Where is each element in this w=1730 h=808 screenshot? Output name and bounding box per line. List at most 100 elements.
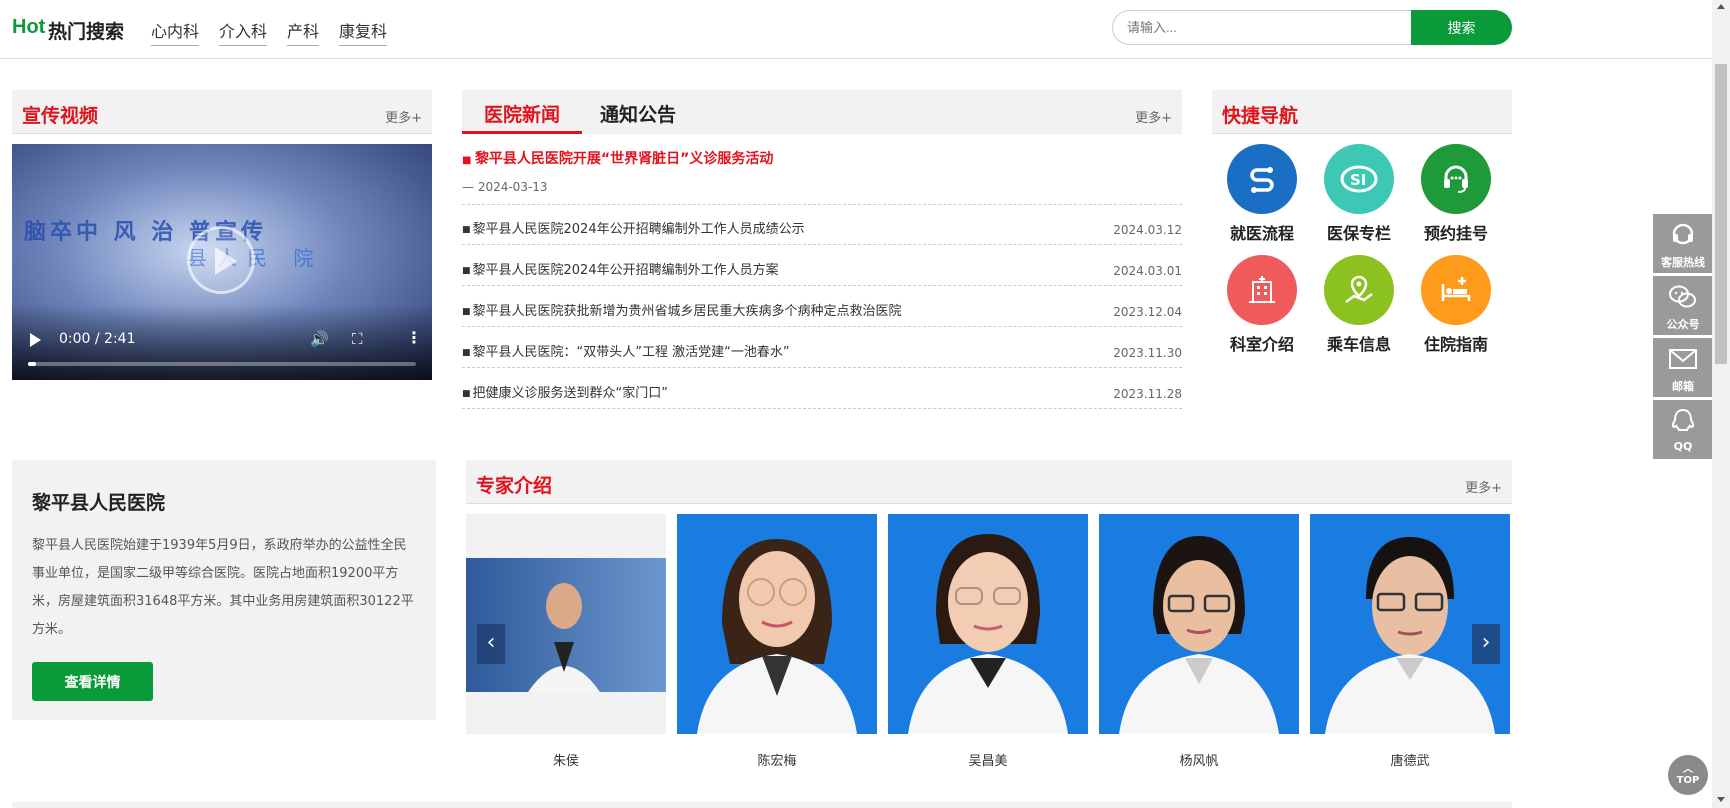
- expert-name: 朱侯: [552, 754, 579, 769]
- building-icon: [1227, 255, 1297, 325]
- video-section-title: 宣传视频: [22, 105, 99, 127]
- expert-name: 杨风帆: [1179, 754, 1219, 769]
- expert-name: 唐德武: [1390, 754, 1430, 769]
- expert-name: 陈宏梅: [757, 754, 797, 769]
- email-button[interactable]: 邮箱: [1653, 338, 1713, 397]
- news-item[interactable]: 黎平县人民医院：“双带头人”工程 激活党建“一池春水” 2023.11.30: [462, 327, 1182, 368]
- scroll-down-icon[interactable]: [1717, 797, 1725, 802]
- carousel-next-button[interactable]: ›: [1472, 624, 1500, 664]
- hot-search-links: 心内科 介入科 产科 康复科: [151, 18, 388, 46]
- float-label: QQ: [1673, 440, 1693, 453]
- hot-link-interventional[interactable]: 介入科: [219, 18, 268, 46]
- news-item-title[interactable]: 黎平县人民医院：“双带头人”工程 激活党建“一池春水”: [462, 341, 790, 360]
- news-item[interactable]: 黎平县人民医院获批新增为贵州省城乡居民重大疾病多个病种定点救治医院 2023.1…: [462, 286, 1182, 327]
- quick-nav-medical-process[interactable]: 就医流程: [1217, 144, 1307, 244]
- carousel-prev-button[interactable]: ‹: [477, 624, 505, 664]
- quick-nav-label: 科室介绍: [1229, 335, 1294, 354]
- hot-link-obstetrics[interactable]: 产科: [287, 18, 320, 46]
- hospital-description: 黎平县人民医院始建于1939年5月9日，系政府举办的公益性全民事业单位，是国家二…: [32, 538, 414, 637]
- news-list: 黎平县人民医院2024年公开招聘编制外工作人员成绩公示 2024.03.12 黎…: [462, 204, 1182, 409]
- experts-section-header: 专家介绍 更多+: [466, 460, 1512, 504]
- view-details-button[interactable]: 查看详情: [32, 662, 153, 701]
- news-item[interactable]: 黎平县人民医院2024年公开招聘编制外工作人员方案 2024.03.01: [462, 245, 1182, 286]
- quick-nav-label: 乘车信息: [1326, 335, 1391, 354]
- wechat-icon: [1669, 285, 1696, 308]
- quick-nav-appointment[interactable]: 预约挂号: [1411, 144, 1501, 244]
- scroll-up-icon[interactable]: [1717, 4, 1725, 9]
- promo-video-player[interactable]: 脑卒中 风 治 普宣传 县人民 院 0:00 / 2:41 🔊 ⛶ ⋮: [12, 144, 432, 380]
- news-headline-date: — 2024-03-13: [462, 180, 548, 194]
- more-options-icon[interactable]: ⋮: [406, 328, 422, 347]
- video-time: 0:00 / 2:41: [59, 331, 136, 347]
- page-scrollbar[interactable]: [1712, 0, 1730, 808]
- news-item-title[interactable]: 黎平县人民医院获批新增为贵州省城乡居民重大疾病多个病种定点救治医院: [462, 300, 902, 319]
- quick-nav-transport[interactable]: 乘车信息: [1314, 255, 1404, 355]
- float-label: 公众号: [1666, 318, 1700, 331]
- play-overlay-icon[interactable]: [187, 226, 255, 294]
- float-label: 邮箱: [1672, 380, 1694, 393]
- play-icon[interactable]: [30, 333, 41, 347]
- insurance-icon: SI: [1324, 144, 1394, 214]
- wechat-button[interactable]: 公众号: [1653, 276, 1713, 335]
- qq-icon: [1671, 408, 1695, 431]
- news-item-date: 2023.12.04: [1113, 305, 1182, 319]
- news-more-link[interactable]: 更多+: [1135, 107, 1172, 126]
- experts-section-title: 专家介绍: [476, 475, 553, 497]
- expert-card[interactable]: 吴昌美: [888, 514, 1088, 769]
- route-icon: [1227, 144, 1297, 214]
- quick-nav-departments[interactable]: 科室介绍: [1217, 255, 1307, 355]
- hot-badge: Hot: [12, 16, 46, 38]
- quick-nav-title: 快捷导航: [1222, 105, 1299, 127]
- expert-card[interactable]: 陈宏梅: [677, 514, 877, 769]
- mail-icon: [1669, 349, 1697, 369]
- top-label: TOP: [1676, 775, 1700, 786]
- news-item-title[interactable]: 黎平县人民医院2024年公开招聘编制外工作人员成绩公示: [462, 218, 805, 237]
- volume-icon[interactable]: 🔊: [310, 330, 329, 348]
- tab-notices[interactable]: 通知公告: [600, 90, 676, 134]
- quick-nav-label: 预约挂号: [1423, 224, 1488, 243]
- top-search-bar: Hot 热门搜索 心内科 介入科 产科 康复科 搜索: [0, 0, 1712, 59]
- video-more-link[interactable]: 更多+: [385, 107, 422, 126]
- video-section-header: 宣传视频 更多+: [12, 90, 432, 134]
- experts-more-link[interactable]: 更多+: [1465, 477, 1502, 496]
- svg-text:SI: SI: [1350, 171, 1366, 189]
- back-to-top-button[interactable]: ︿ TOP: [1668, 755, 1708, 795]
- news-item-title[interactable]: 把健康义诊服务送到群众“家门口”: [462, 382, 668, 401]
- news-item[interactable]: 把健康义诊服务送到群众“家门口” 2023.11.28: [462, 368, 1182, 409]
- video-progress-fill: [28, 362, 36, 366]
- news-item-date: 2023.11.28: [1113, 387, 1182, 401]
- news-headline[interactable]: 黎平县人民医院开展“世界肾脏日”义诊服务活动: [462, 148, 773, 168]
- expert-photo: [677, 514, 877, 734]
- experts-carousel: 朱侯 陈宏梅 吴昌美 杨风帆 唐德武 ‹ ›: [466, 514, 1512, 769]
- hot-link-rehabilitation[interactable]: 康复科: [339, 18, 388, 46]
- headset-icon: [1421, 144, 1491, 214]
- search-button[interactable]: 搜索: [1411, 10, 1512, 45]
- float-label: 客服热线: [1661, 256, 1705, 269]
- map-pin-icon: [1324, 255, 1394, 325]
- news-section-header: 医院新闻 通知公告 更多+: [462, 90, 1182, 134]
- search-input[interactable]: [1112, 10, 1412, 45]
- hospital-bed-icon: [1421, 255, 1491, 325]
- expert-photo: [888, 514, 1088, 734]
- page: Hot 热门搜索 心内科 介入科 产科 康复科 搜索 宣传视频 更多+ 脑卒中 …: [0, 0, 1730, 808]
- hotline-button[interactable]: 客服热线: [1653, 214, 1713, 273]
- expert-photo: [1099, 514, 1299, 734]
- fullscreen-icon[interactable]: ⛶: [352, 330, 363, 348]
- section-divider: [12, 802, 1512, 808]
- expert-name: 吴昌美: [968, 754, 1008, 769]
- tab-hospital-news[interactable]: 医院新闻: [462, 90, 582, 134]
- news-item-date: 2024.03.12: [1113, 223, 1182, 237]
- floating-contact-bar: 客服热线 公众号 邮箱 QQ: [1653, 214, 1713, 462]
- quick-nav-header: 快捷导航: [1212, 90, 1512, 134]
- quick-nav-inpatient-guide[interactable]: 住院指南: [1411, 255, 1501, 355]
- chevron-up-icon: ︿: [1683, 764, 1693, 775]
- qq-button[interactable]: QQ: [1653, 400, 1713, 459]
- news-item[interactable]: 黎平县人民医院2024年公开招聘编制外工作人员成绩公示 2024.03.12: [462, 204, 1182, 245]
- hot-link-cardiology[interactable]: 心内科: [151, 18, 200, 46]
- news-item-date: 2023.11.30: [1113, 346, 1182, 360]
- quick-nav-insurance[interactable]: SI 医保专栏: [1314, 144, 1404, 244]
- video-progress-bar[interactable]: [28, 362, 416, 366]
- news-item-title[interactable]: 黎平县人民医院2024年公开招聘编制外工作人员方案: [462, 259, 779, 278]
- expert-card[interactable]: 杨风帆: [1099, 514, 1299, 769]
- scrollbar-thumb[interactable]: [1715, 64, 1727, 364]
